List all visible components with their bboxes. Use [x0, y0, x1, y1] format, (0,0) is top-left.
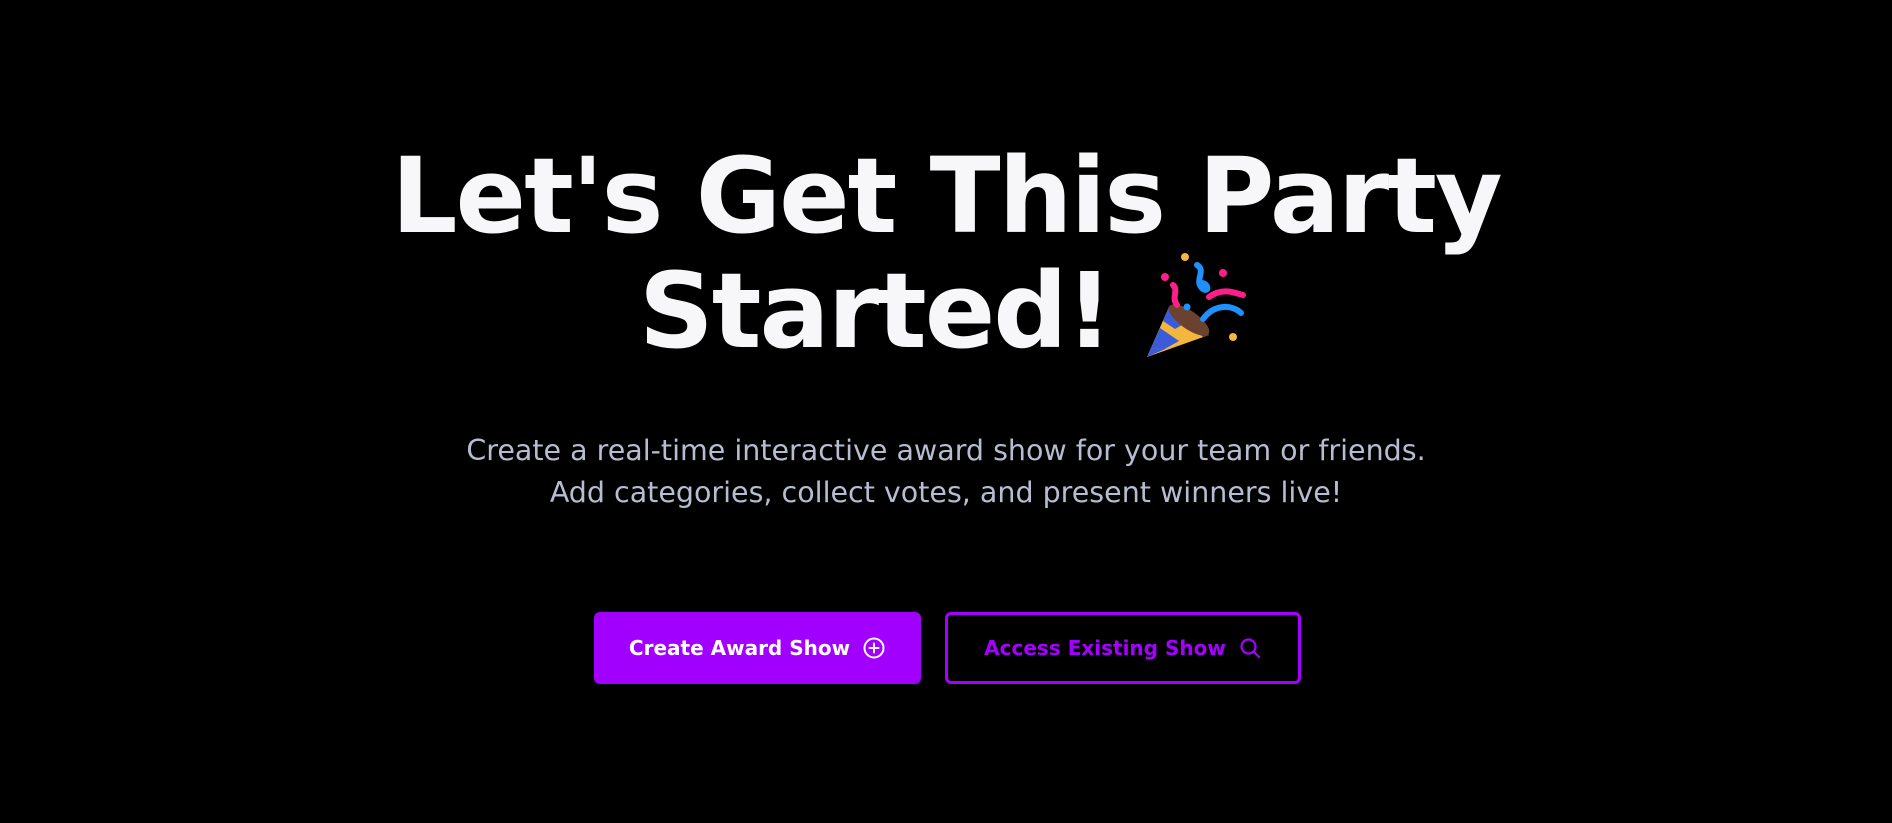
search-icon	[1238, 636, 1262, 660]
hero-subtitle: Create a real-time interactive award sho…	[466, 434, 1426, 509]
party-popper-icon	[1137, 253, 1253, 361]
create-award-show-label: Create Award Show	[628, 636, 851, 660]
access-existing-show-button[interactable]: Access Existing Show	[945, 612, 1301, 684]
access-existing-show-label: Access Existing Show	[984, 636, 1226, 660]
create-award-show-button[interactable]: Create Award Show	[594, 612, 921, 684]
plus-circle-icon	[862, 636, 886, 660]
page-title: Let's Get This Party Started!	[346, 140, 1546, 368]
headline-line-1: Let's Get This Party	[391, 135, 1502, 257]
headline-line-2: Started!	[638, 250, 1113, 372]
hero-section: Let's Get This Party Started! Create a r…	[0, 0, 1892, 823]
headline-line-2-wrap: Started!	[346, 253, 1546, 368]
